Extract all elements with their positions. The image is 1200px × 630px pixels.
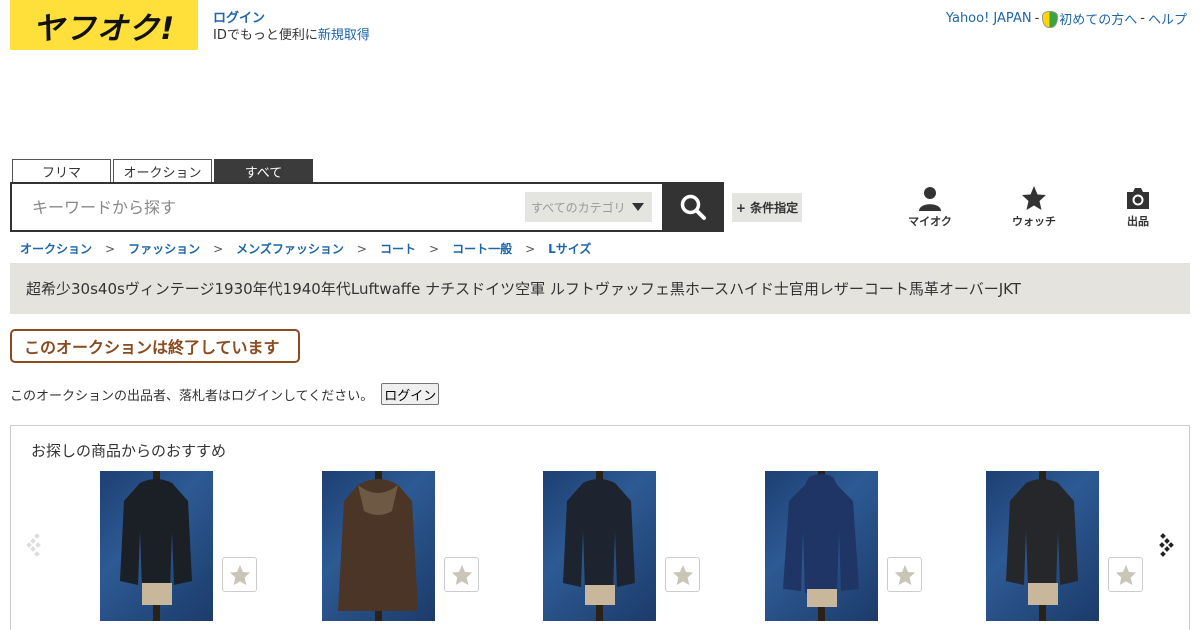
brown-leather-coat-photo (338, 471, 418, 621)
watch-star-button[interactable] (665, 557, 700, 592)
black-leather-jacket-photo (120, 471, 192, 621)
watch-label: ウォッチ (1012, 215, 1056, 228)
logo-text: ヤフオク! (32, 10, 176, 47)
breadcrumb-item[interactable]: メンズファッション (236, 240, 344, 257)
black-leather-jacket-photo (1006, 471, 1078, 621)
breadcrumb-separator: > (213, 241, 224, 256)
tab-auction[interactable]: オークション (113, 159, 212, 183)
my-auction-button[interactable]: マイオク (900, 185, 960, 229)
recommendations-title: お探しの商品からのおすすめ (31, 442, 227, 460)
watch-button[interactable]: ウォッチ (1004, 185, 1064, 229)
login-button[interactable]: ログイン (381, 383, 440, 405)
register-prompt-text: IDでもっと便利に (213, 28, 318, 43)
star-icon (1022, 186, 1046, 210)
separator: - (1034, 11, 1040, 26)
camera-icon (1127, 188, 1149, 209)
star-icon (451, 564, 472, 585)
search-input[interactable] (12, 184, 522, 230)
item-photo[interactable] (986, 471, 1099, 621)
login-link[interactable]: ログイン (213, 10, 370, 27)
star-icon (229, 564, 250, 585)
category-select-value: すべてのカテゴリ (531, 200, 626, 215)
watch-star-button[interactable] (444, 557, 479, 592)
my-auction-label: マイオク (908, 215, 952, 228)
star-icon (672, 564, 693, 585)
login-note: このオークションの出品者、落札者はログインしてください。 ログイン (10, 383, 440, 405)
breadcrumb: オークション > ファッション > メンズファッション > コート > コート一… (20, 240, 591, 257)
search-button[interactable] (662, 182, 724, 232)
yahuoku-logo[interactable]: ヤフオク! (10, 0, 198, 50)
black-leather-jacket-photo (563, 471, 635, 621)
search-icon (680, 194, 706, 220)
login-note-text: このオークションの出品者、落札者はログインしてください。 (10, 388, 374, 404)
carousel-next-icon[interactable] (1155, 530, 1175, 560)
breadcrumb-item[interactable]: オークション (20, 240, 92, 257)
beginner-mark-icon (1042, 11, 1059, 28)
item-photo[interactable] (100, 471, 213, 621)
header-links: Yahoo! JAPAN - 初めての方へ - ヘルプ (946, 9, 1187, 28)
watch-star-button[interactable] (222, 557, 257, 592)
breadcrumb-item[interactable]: コート一般 (452, 240, 512, 257)
breadcrumb-separator: > (356, 241, 367, 256)
carousel-prev-icon[interactable] (25, 530, 45, 560)
item-photo[interactable] (322, 471, 435, 621)
item-title-bar: 超希少30s40sヴィンテージ1930年代1940年代Luftwaffe ナチス… (10, 263, 1190, 314)
category-select[interactable]: すべてのカテゴリ (525, 192, 652, 222)
dropdown-arrow-icon (632, 203, 644, 211)
tab-flea-market[interactable]: フリマ (12, 159, 111, 183)
item-photo[interactable] (543, 471, 656, 621)
breadcrumb-item[interactable]: ファッション (128, 240, 200, 257)
navy-denim-jacket-photo (783, 471, 859, 621)
register-prompt: IDでもっと便利に新規取得 (213, 27, 370, 44)
auction-ended-badge: このオークションは終了しています (10, 329, 300, 363)
beginners-link[interactable]: 初めての方へ (1059, 9, 1137, 28)
watch-star-button[interactable] (1108, 557, 1143, 592)
yahoo-japan-link[interactable]: Yahoo! JAPAN (946, 11, 1032, 26)
conditions-button[interactable]: + 条件指定 (732, 193, 802, 222)
help-link[interactable]: ヘルプ (1148, 9, 1187, 28)
login-area: ログイン IDでもっと便利に新規取得 (213, 10, 370, 44)
breadcrumb-item[interactable]: Lサイズ (548, 240, 591, 257)
breadcrumb-separator: > (525, 241, 536, 256)
search-tabs: フリマ オークション すべて (12, 159, 313, 183)
breadcrumb-separator: > (429, 241, 440, 256)
item-photo[interactable] (765, 471, 878, 621)
sell-label: 出品 (1127, 215, 1149, 228)
star-icon (894, 564, 915, 585)
sell-button[interactable]: 出品 (1108, 185, 1168, 229)
breadcrumb-separator: > (105, 241, 116, 256)
register-link[interactable]: 新規取得 (318, 28, 370, 43)
star-icon (1115, 564, 1136, 585)
separator: - (1140, 11, 1145, 26)
breadcrumb-item[interactable]: コート (380, 240, 416, 257)
watch-star-button[interactable] (887, 557, 922, 592)
search-box: すべてのカテゴリ (10, 182, 724, 232)
tab-all[interactable]: すべて (214, 159, 313, 183)
recommendations-panel: お探しの商品からのおすすめ (10, 425, 1190, 630)
item-title: 超希少30s40sヴィンテージ1930年代1940年代Luftwaffe ナチス… (26, 280, 1021, 298)
person-icon (919, 187, 941, 211)
